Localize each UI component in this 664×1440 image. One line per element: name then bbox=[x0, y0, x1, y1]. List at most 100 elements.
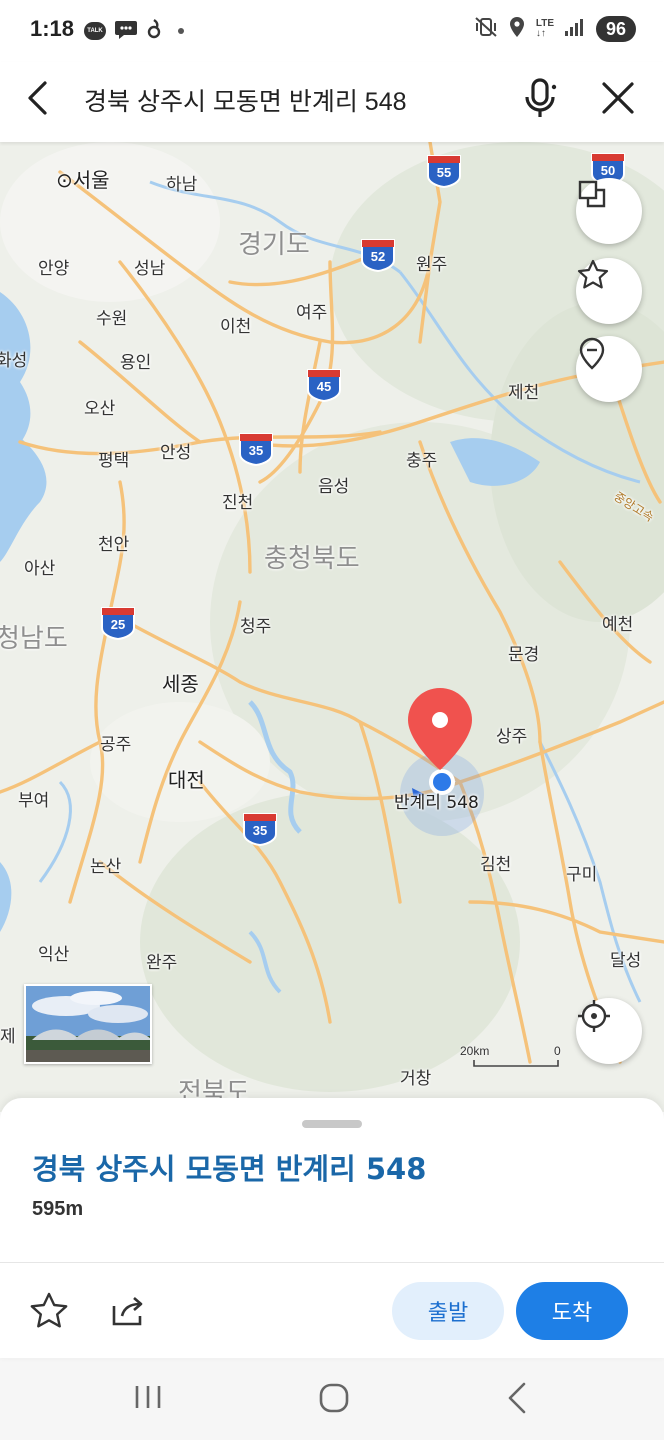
location-pin-icon bbox=[579, 337, 605, 370]
region-label-chungbuk: 충청북도 bbox=[264, 544, 360, 574]
map-app-screen: 1:18 TALK LTE ↓↑ 96 경북 상주시 모동면 반계리 548 5… bbox=[0, 0, 664, 1440]
city-label-hanam: 하남 bbox=[166, 175, 198, 195]
recent-apps-button[interactable] bbox=[130, 1382, 166, 1412]
back-button[interactable] bbox=[18, 78, 58, 118]
status-time: 1:18 bbox=[30, 16, 75, 41]
city-label-yeoju: 여주 bbox=[296, 303, 328, 323]
city-label-cheonan: 천안 bbox=[98, 535, 130, 555]
system-back-button[interactable] bbox=[500, 1380, 536, 1416]
search-input[interactable]: 경북 상주시 모동면 반계리 548 bbox=[84, 82, 407, 118]
star-icon bbox=[577, 259, 609, 289]
sheet-drag-handle[interactable] bbox=[302, 1120, 362, 1128]
more-notifications-icon bbox=[178, 28, 184, 34]
city-label-daejeon: 대전 bbox=[168, 768, 205, 792]
city-label-wanju: 완주 bbox=[146, 953, 178, 973]
vibrate-icon bbox=[474, 16, 498, 42]
city-label-chungju: 충주 bbox=[406, 451, 438, 471]
city-label-gimcheon: 김천 bbox=[480, 855, 512, 875]
capital-marker-icon: ⊙ bbox=[56, 168, 73, 192]
city-label-sejong: 세종 bbox=[162, 672, 199, 696]
city-label-gumi: 구미 bbox=[566, 865, 598, 885]
highway-shield-55: 55 bbox=[426, 154, 462, 188]
layers-button[interactable] bbox=[576, 178, 642, 244]
depart-button[interactable]: 출발 bbox=[392, 1282, 504, 1340]
highway-number: 55 bbox=[436, 165, 452, 180]
city-name: 서울 bbox=[72, 168, 110, 192]
place-info-sheet: 경북 상주시 모동면 반계리 548 595m 출발 도착 bbox=[0, 1098, 664, 1358]
marker-label: 반계리 548 bbox=[394, 793, 479, 813]
city-label-mungyeong: 문경 bbox=[508, 645, 540, 665]
crosshair-icon bbox=[578, 1000, 610, 1032]
place-title[interactable]: 경북 상주시 모동면 반계리 548 bbox=[32, 1146, 426, 1188]
place-distance: 595m bbox=[32, 1198, 84, 1220]
region-label-chungnam: 청남도 bbox=[0, 624, 68, 654]
microphone-icon bbox=[525, 78, 557, 117]
city-label-je: 제 bbox=[0, 1027, 16, 1047]
region-label-gyeonggi: 경기도 bbox=[238, 230, 310, 260]
city-label-suwon: 수원 bbox=[96, 309, 128, 329]
city-label-iksan: 익산 bbox=[38, 945, 70, 965]
city-label-jecheon: 제천 bbox=[508, 383, 540, 403]
highway-shield-52: 52 bbox=[360, 238, 396, 272]
city-label-yongin: 용인 bbox=[120, 353, 152, 373]
notification-icons: TALK bbox=[84, 18, 184, 44]
city-label-cheongju: 청주 bbox=[240, 617, 272, 637]
highway-number: 52 bbox=[370, 249, 386, 264]
city-label-anseong: 안성 bbox=[160, 443, 192, 463]
map-pin-icon bbox=[408, 688, 472, 770]
close-icon bbox=[602, 82, 634, 114]
map-scale-bar: 20km 0 bbox=[460, 1044, 564, 1070]
voice-search-button[interactable] bbox=[518, 76, 562, 120]
city-label-buyeo: 부여 bbox=[18, 791, 50, 811]
share-icon bbox=[112, 1297, 143, 1326]
highway-shield-35-north: 35 bbox=[238, 432, 274, 466]
map-view[interactable]: 55 50 52 45 35 25 35 경기도 충청북도 청남도 전북도 ⊙서… bbox=[0, 142, 664, 1112]
arrive-button[interactable]: 도착 bbox=[516, 1282, 628, 1340]
signal-icon bbox=[564, 17, 586, 41]
save-place-button[interactable] bbox=[28, 1290, 70, 1332]
lte-arrows: ↓↑ bbox=[535, 28, 546, 39]
destination-pin[interactable] bbox=[406, 686, 474, 772]
layers-icon bbox=[578, 180, 606, 208]
city-label-jincheon: 진천 bbox=[222, 493, 254, 513]
lte-icon: LTE ↓↑ bbox=[536, 19, 554, 39]
sync-icon bbox=[146, 18, 162, 44]
city-label-nonsan: 논산 bbox=[90, 857, 122, 877]
sheet-divider bbox=[0, 1262, 664, 1263]
place-button[interactable] bbox=[576, 336, 642, 402]
highway-shield-45: 45 bbox=[306, 368, 342, 402]
home-icon bbox=[319, 1383, 349, 1413]
clear-search-button[interactable] bbox=[596, 76, 640, 120]
share-button[interactable] bbox=[106, 1290, 148, 1332]
highway-number: 50 bbox=[600, 163, 616, 178]
city-label-icheon: 이천 bbox=[220, 317, 252, 337]
city-label-yecheon: 예천 bbox=[602, 615, 634, 635]
kakaotalk-icon: TALK bbox=[84, 22, 106, 40]
city-label-asan: 아산 bbox=[24, 559, 56, 579]
city-label-eumseong: 음성 bbox=[318, 477, 350, 497]
city-label-gongju: 공주 bbox=[100, 735, 132, 755]
city-label-sangju: 상주 bbox=[496, 727, 528, 747]
system-navigation-bar bbox=[0, 1358, 664, 1440]
home-button[interactable] bbox=[314, 1378, 354, 1418]
street-view-thumbnail[interactable] bbox=[24, 984, 152, 1064]
highway-shield-35-south: 35 bbox=[242, 812, 278, 846]
recents-icon bbox=[135, 1386, 161, 1408]
city-label-dalseong: 달성 bbox=[610, 951, 642, 971]
street-view-photo bbox=[26, 986, 150, 1062]
favorites-button[interactable] bbox=[576, 258, 642, 324]
location-icon bbox=[508, 16, 526, 42]
highway-shield-25: 25 bbox=[100, 606, 136, 640]
city-label-wonju: 원주 bbox=[416, 255, 448, 275]
my-location-button[interactable] bbox=[576, 998, 642, 1064]
highway-number: 35 bbox=[248, 443, 264, 458]
city-label-geochang: 거창 bbox=[400, 1069, 432, 1089]
highway-number: 35 bbox=[252, 823, 268, 838]
star-icon bbox=[30, 1292, 68, 1328]
highway-number: 25 bbox=[110, 617, 126, 632]
highway-number: 45 bbox=[316, 379, 332, 394]
battery-indicator: 96 bbox=[596, 16, 636, 42]
back-chevron-icon bbox=[508, 1382, 526, 1414]
city-label-pyeongtaek: 평택 bbox=[98, 451, 130, 471]
scale-bar-line bbox=[473, 1060, 559, 1067]
